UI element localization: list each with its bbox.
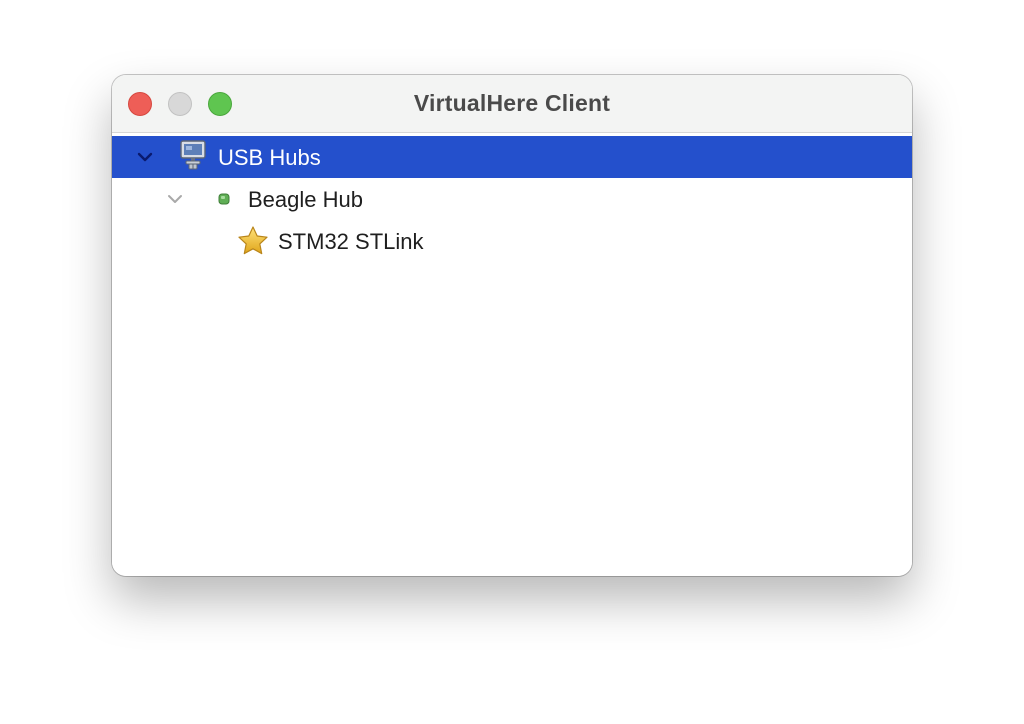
tree-item-label: USB Hubs xyxy=(218,145,321,170)
tree-item-stm32-stlink[interactable]: STM32 STLink xyxy=(112,220,912,262)
window-title: VirtualHere Client xyxy=(413,90,611,116)
tree-item-beagle-hub[interactable]: Beagle Hub xyxy=(112,178,912,220)
app-window: VirtualHere Client USB Hubs Beagle Hub S… xyxy=(112,75,912,576)
desktop: VirtualHere Client USB Hubs Beagle Hub S… xyxy=(0,0,1024,724)
device-tree[interactable]: USB Hubs Beagle Hub STM32 STLink xyxy=(112,136,912,576)
star-icon xyxy=(238,226,268,255)
tree-item-label: STM32 STLink xyxy=(278,229,424,254)
chevron-down-icon[interactable] xyxy=(136,148,154,166)
title-bar[interactable]: VirtualHere Client xyxy=(112,75,912,133)
tree-item-label: Beagle Hub xyxy=(248,187,363,212)
chevron-down-icon[interactable] xyxy=(166,190,184,208)
green-dot-icon xyxy=(218,193,230,205)
tree-item-usb-hubs[interactable]: USB Hubs xyxy=(112,136,912,178)
network-computer-icon xyxy=(180,140,206,170)
